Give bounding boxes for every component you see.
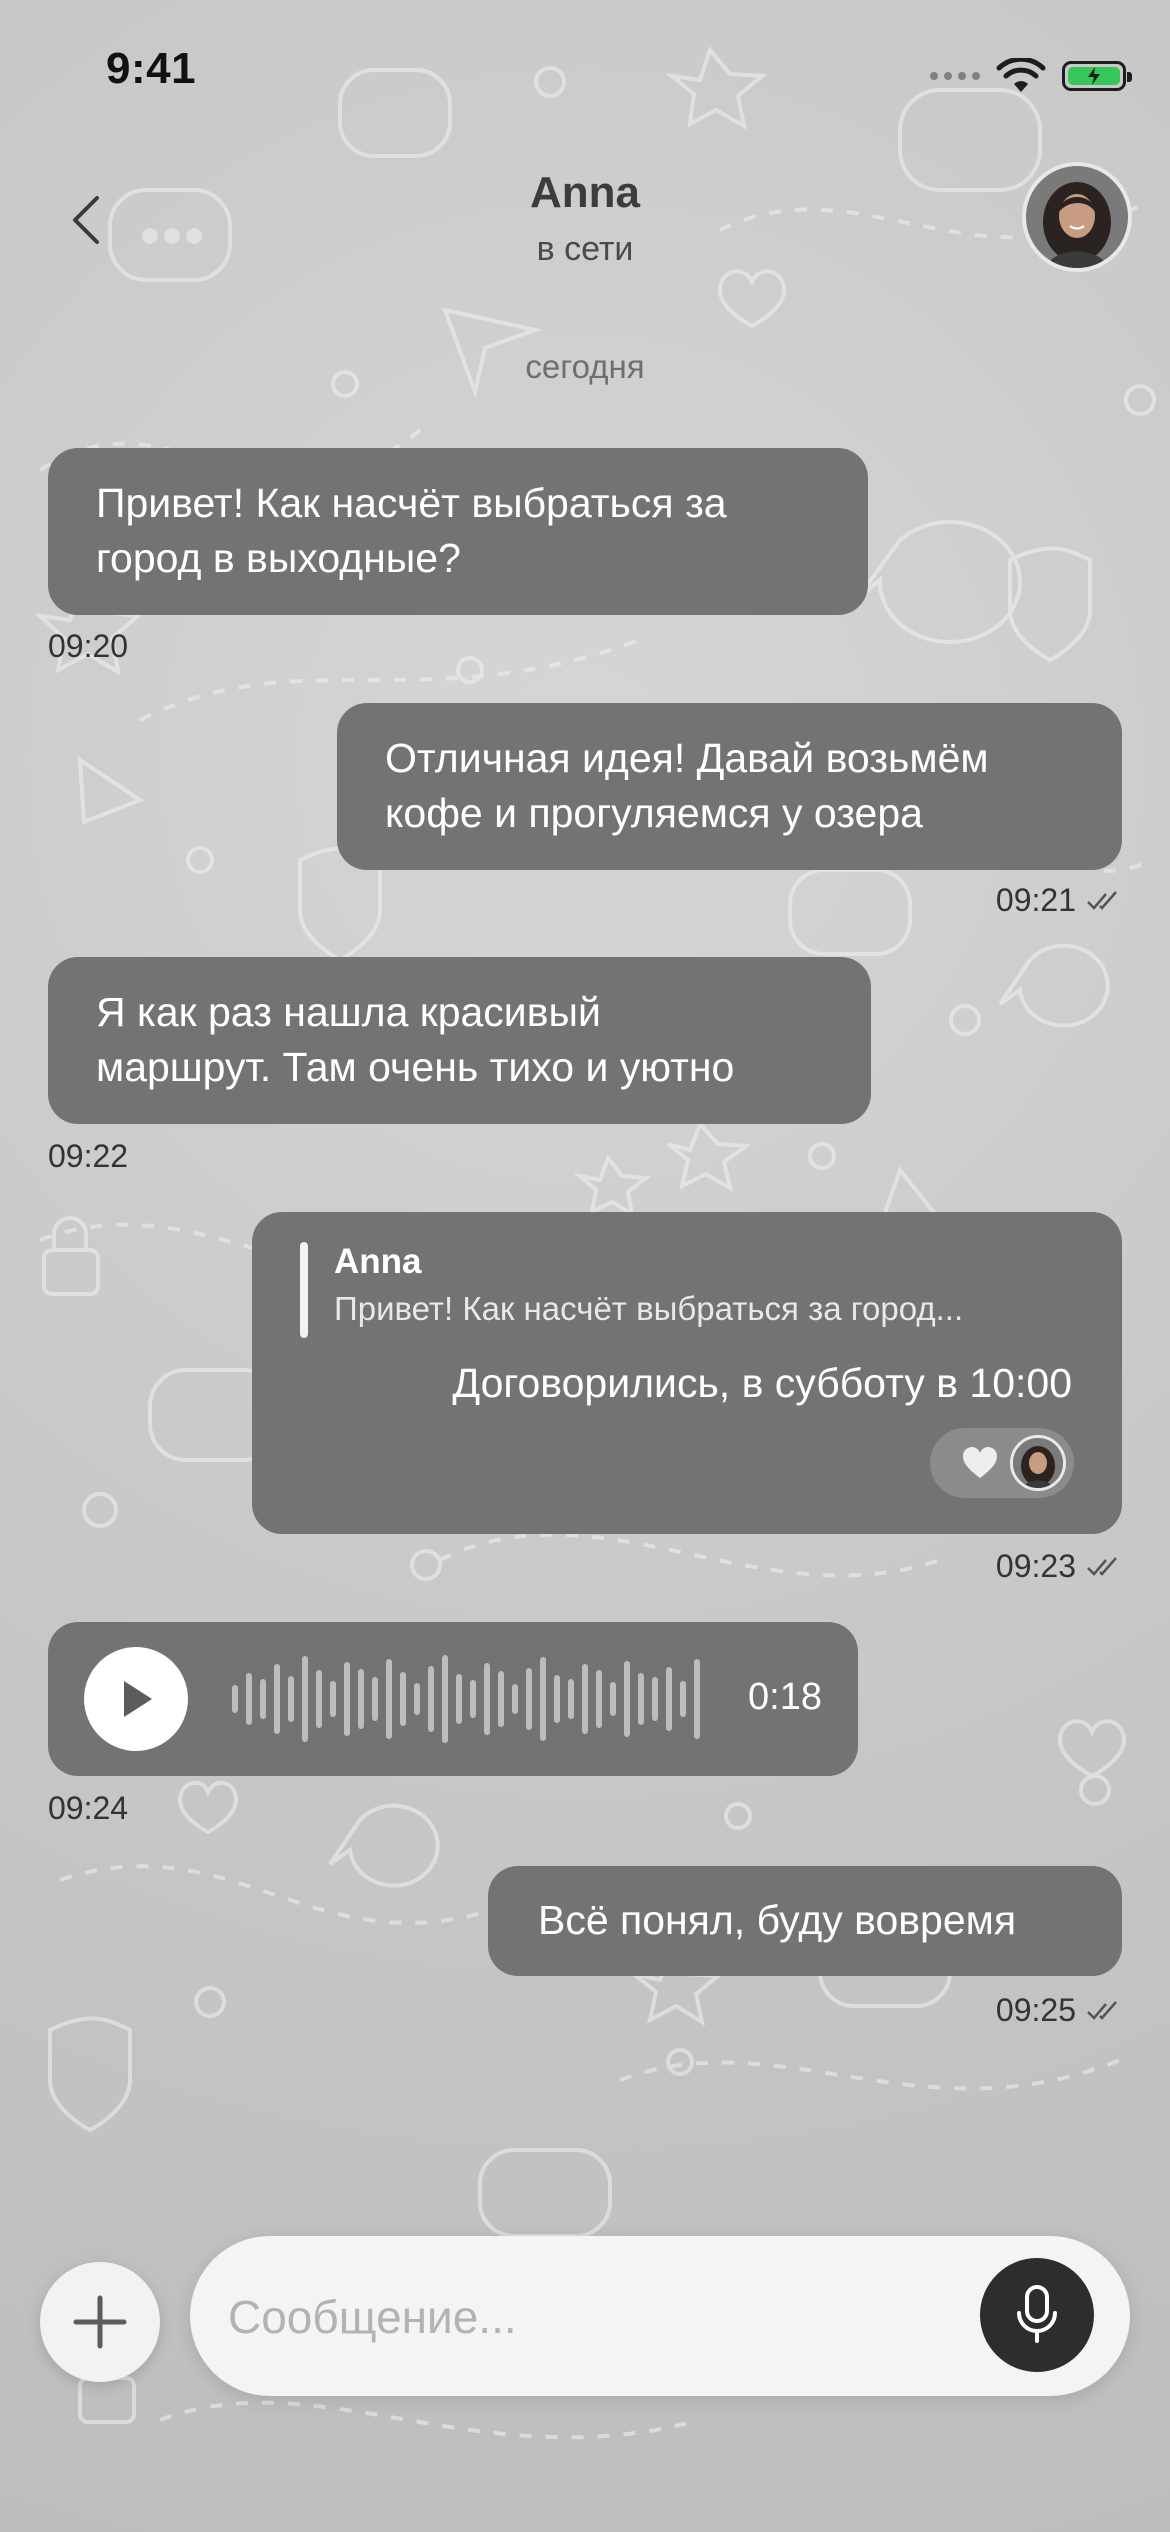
contact-avatar[interactable] bbox=[1022, 162, 1132, 272]
waveform-bar bbox=[638, 1673, 644, 1725]
message-time: 09:22 bbox=[48, 1138, 128, 1175]
message-time-text: 09:23 bbox=[995, 1548, 1076, 1584]
waveform-bar bbox=[470, 1680, 476, 1718]
message-time: 09:20 bbox=[48, 628, 128, 665]
signal-icon bbox=[930, 72, 980, 80]
message-text-line: Отличная идея! Давай возьмём bbox=[385, 735, 989, 781]
message-time-text: 09:22 bbox=[48, 1138, 129, 1174]
message-time: 09:23 bbox=[996, 1548, 1122, 1585]
status-time: 9:41 bbox=[106, 44, 197, 93]
play-icon bbox=[124, 1681, 152, 1717]
waveform-bar bbox=[610, 1682, 616, 1716]
voice-message-bubble[interactable]: 0:18 bbox=[48, 1622, 858, 1776]
double-check-icon bbox=[1087, 2000, 1117, 2020]
battery-icon bbox=[1062, 61, 1132, 91]
waveform-bar bbox=[288, 1676, 294, 1722]
status-icons bbox=[930, 52, 1132, 100]
message-time-text: 09:21 bbox=[995, 882, 1076, 918]
waveform-bar bbox=[232, 1685, 238, 1713]
reply-quote-bar bbox=[300, 1242, 308, 1338]
message-composer bbox=[190, 2236, 1130, 2398]
waveform-bar bbox=[596, 1670, 602, 1728]
chat-status: в сети bbox=[536, 230, 634, 268]
microphone-icon bbox=[1017, 2285, 1057, 2343]
waveform-bar bbox=[274, 1664, 280, 1734]
waveform-bar bbox=[316, 1670, 322, 1728]
message-bubble-outgoing[interactable]: Всё понял, буду вовремя bbox=[488, 1866, 1122, 1976]
waveform-bar bbox=[344, 1662, 350, 1736]
waveform-bar bbox=[260, 1679, 266, 1719]
waveform-bar bbox=[386, 1659, 392, 1739]
message-time: 09:25 bbox=[996, 1992, 1122, 2029]
chat-title[interactable]: Anna bbox=[0, 168, 1170, 218]
message-bubble-incoming[interactable]: Я как раз нашла красивый маршрут. Там оч… bbox=[48, 957, 871, 1124]
waveform-bar bbox=[498, 1671, 504, 1727]
reaction-avatar bbox=[1010, 1435, 1066, 1491]
waveform-bar bbox=[330, 1681, 336, 1717]
waveform-bar bbox=[680, 1681, 686, 1717]
message-time: 09:24 bbox=[48, 1790, 128, 1827]
message-time-text: 09:24 bbox=[48, 1790, 129, 1826]
waveform-bar bbox=[400, 1672, 406, 1726]
waveform-bar bbox=[568, 1679, 574, 1719]
waveform-bar bbox=[414, 1683, 420, 1715]
message-bubble-incoming[interactable]: Привет! Как насчёт выбраться за город в … bbox=[48, 448, 868, 615]
message-text-line: город в выходные? bbox=[96, 535, 461, 581]
waveform-bar bbox=[652, 1677, 658, 1721]
waveform-bar bbox=[442, 1655, 448, 1743]
waveform-bar bbox=[246, 1673, 252, 1725]
message-time: 09:21 bbox=[996, 882, 1122, 919]
waveform-bar bbox=[582, 1664, 588, 1734]
message-text-line: Я как раз нашла красивый bbox=[96, 989, 601, 1035]
waveform-bar bbox=[484, 1663, 490, 1735]
reply-snippet[interactable]: Привет! Как насчёт выбраться за город... bbox=[334, 1290, 963, 1328]
waveform-bar bbox=[554, 1675, 560, 1723]
waveform-bar bbox=[624, 1661, 630, 1737]
plus-icon bbox=[73, 2295, 127, 2349]
reaction-pill[interactable] bbox=[930, 1428, 1074, 1498]
voice-waveform[interactable] bbox=[232, 1647, 700, 1751]
message-input[interactable] bbox=[226, 2236, 970, 2398]
waveform-bar bbox=[302, 1656, 308, 1742]
waveform-bar bbox=[428, 1666, 434, 1732]
message-text: Договорились, в субботу в 10:00 bbox=[452, 1360, 1072, 1406]
waveform-bar bbox=[526, 1668, 532, 1730]
waveform-bar bbox=[456, 1674, 462, 1724]
wifi-icon bbox=[996, 58, 1046, 92]
waveform-bar bbox=[666, 1667, 672, 1731]
message-time-text: 09:25 bbox=[995, 1992, 1076, 2028]
double-check-icon bbox=[1087, 890, 1117, 910]
voice-record-button[interactable] bbox=[980, 2258, 1094, 2372]
attach-button[interactable] bbox=[40, 2262, 160, 2382]
voice-duration: 0:18 bbox=[748, 1676, 822, 1718]
waveform-bar bbox=[372, 1677, 378, 1721]
waveform-bar bbox=[512, 1684, 518, 1714]
waveform-bar bbox=[694, 1659, 700, 1739]
reply-author[interactable]: Anna bbox=[334, 1242, 422, 1282]
play-button[interactable] bbox=[84, 1647, 188, 1751]
message-text-line: Привет! Как насчёт выбраться за bbox=[96, 480, 727, 526]
double-check-icon bbox=[1087, 1556, 1117, 1576]
message-text: Всё понял, буду вовремя bbox=[538, 1897, 1017, 1943]
date-separator: сегодня bbox=[525, 348, 645, 385]
message-time-text: 09:20 bbox=[48, 628, 129, 664]
message-text-line: кофе и прогуляемся у озера bbox=[385, 790, 923, 836]
message-bubble-outgoing[interactable]: Отличная идея! Давай возьмём кофе и прог… bbox=[337, 703, 1122, 870]
waveform-bar bbox=[358, 1669, 364, 1729]
reply-message-bubble[interactable]: Anna Привет! Как насчёт выбраться за гор… bbox=[252, 1212, 1122, 1534]
waveform-bar bbox=[540, 1657, 546, 1741]
heart-icon bbox=[963, 1447, 997, 1478]
message-text-line: маршрут. Там очень тихо и уютно bbox=[96, 1044, 735, 1090]
